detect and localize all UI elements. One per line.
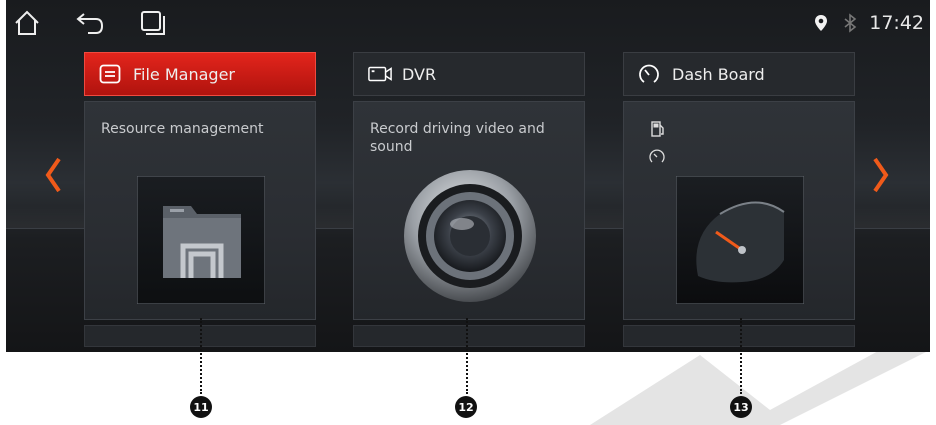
previous-page-arrow-icon[interactable]	[44, 155, 64, 195]
back-icon[interactable]	[74, 8, 106, 38]
card-reflection	[623, 325, 855, 347]
callout-number: 11	[190, 396, 212, 418]
fuel-icon	[651, 121, 664, 137]
bluetooth-icon	[844, 13, 857, 33]
speedometer-icon	[638, 63, 662, 85]
card-dvr-body[interactable]: Record driving video and sound	[353, 101, 585, 320]
card-title: Dash Board	[672, 64, 765, 84]
card-dash-board-body[interactable]	[623, 101, 855, 320]
card-file-manager-header[interactable]: File Manager	[84, 52, 316, 96]
card-dash-board[interactable]: Dash Board	[623, 52, 855, 347]
card-file-manager-body[interactable]: Resource management	[84, 101, 316, 320]
clock: 17:42	[869, 12, 924, 34]
location-icon	[815, 15, 827, 31]
recent-apps-icon[interactable]	[138, 8, 168, 38]
callout-leader-line	[200, 318, 202, 394]
card-dvr[interactable]: DVR Record driving video and sound	[353, 52, 585, 347]
card-file-manager[interactable]: File Manager Resource management	[84, 52, 316, 347]
home-icon[interactable]	[12, 8, 42, 38]
callout-number: 13	[730, 396, 752, 418]
folder-app-icon	[137, 176, 265, 304]
card-dash-board-header[interactable]: Dash Board	[623, 52, 855, 96]
callout-leader-line	[466, 318, 468, 394]
card-dvr-header[interactable]: DVR	[353, 52, 585, 96]
next-page-arrow-icon[interactable]	[870, 155, 890, 195]
card-description: Resource management	[101, 121, 264, 137]
card-title: File Manager	[133, 64, 235, 84]
status-bar: 17:42	[6, 0, 930, 46]
callout-leader-line	[740, 318, 742, 394]
camera-icon	[368, 63, 392, 85]
card-reflection	[353, 325, 585, 347]
document-icon	[99, 63, 123, 85]
small-speedometer-icon	[649, 149, 665, 163]
head-unit-screen: 17:42 File Manager Resource management D…	[6, 0, 930, 352]
callout-number: 12	[455, 396, 477, 418]
camera-lens-icon	[404, 170, 536, 302]
card-title: DVR	[402, 64, 437, 84]
card-description: Record driving video and sound	[370, 121, 545, 155]
dashboard-gauge-icon	[676, 176, 804, 304]
